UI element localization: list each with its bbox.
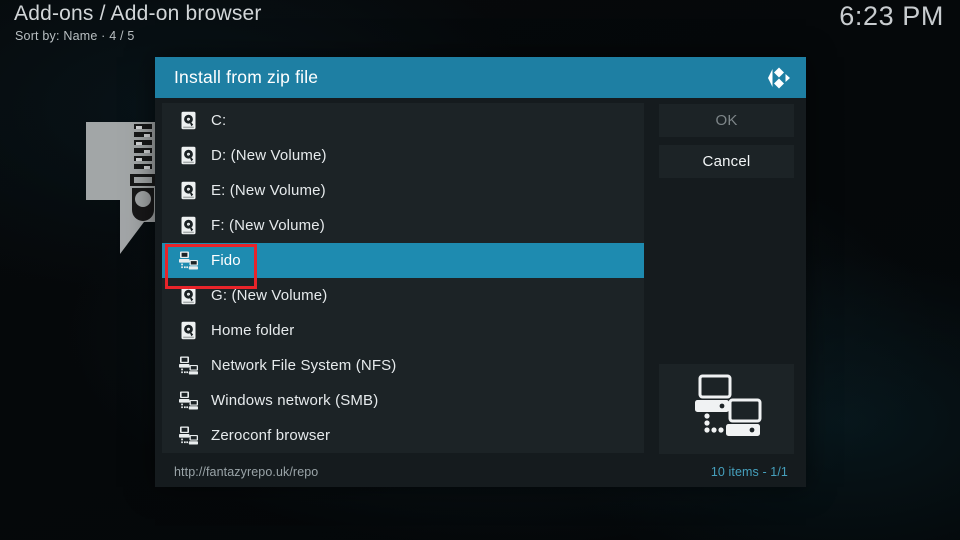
list-item[interactable]: Network File System (NFS) <box>162 348 644 383</box>
footer-path: http://fantazyrepo.uk/repo <box>174 465 319 479</box>
dialog-body: C: D: (New Volume) E: (New Volume) F: (New … <box>155 98 806 487</box>
list-item[interactable]: Fido <box>162 243 644 278</box>
footer-item-count: 10 items - 1/1 <box>710 465 788 479</box>
list-item[interactable]: Windows network (SMB) <box>162 383 644 418</box>
list-item-label: Network File System (NFS) <box>211 357 397 374</box>
network-icon <box>179 356 198 375</box>
dialog-title-bar: Install from zip file <box>155 57 806 98</box>
list-item-label: C: <box>211 112 227 129</box>
list-item-label: E: (New Volume) <box>211 182 326 199</box>
list-item-label: Fido <box>211 252 241 269</box>
list-item-label: Home folder <box>211 322 295 339</box>
ok-button[interactable]: OK <box>659 104 794 137</box>
list-item[interactable]: E: (New Volume) <box>162 173 644 208</box>
preview-thumbnail <box>659 364 794 454</box>
install-from-zip-dialog: Install from zip file C: D: (New Volume) E… <box>155 57 806 487</box>
list-item[interactable]: G: (New Volume) <box>162 278 644 313</box>
list-item-label: Windows network (SMB) <box>211 392 379 409</box>
list-item-label: D: (New Volume) <box>211 147 327 164</box>
network-icon <box>179 251 198 270</box>
hard-drive-icon <box>179 216 198 235</box>
list-item-label: F: (New Volume) <box>211 217 325 234</box>
hard-drive-icon <box>179 111 198 130</box>
sort-status: Sort by: Name · 4 / 5 <box>15 29 135 43</box>
kodi-logo-icon <box>766 65 792 91</box>
hard-drive-icon <box>179 321 198 340</box>
list-item[interactable]: Home folder <box>162 313 644 348</box>
clock: 6:23 PM <box>839 1 944 31</box>
top-bar: Add-ons / Add-on browser Sort by: Name ·… <box>0 0 960 52</box>
dialog-footer: http://fantazyrepo.uk/repo 10 items - 1/… <box>155 457 806 487</box>
network-icon <box>179 391 198 410</box>
hard-drive-icon <box>179 146 198 165</box>
kodi-screen: Add-ons / Add-on browser Sort by: Name ·… <box>0 0 960 540</box>
list-item-label: Zeroconf browser <box>211 427 331 444</box>
list-item[interactable]: C: <box>162 103 644 138</box>
list-item[interactable]: D: (New Volume) <box>162 138 644 173</box>
list-item[interactable]: Zeroconf browser <box>162 418 644 453</box>
network-computers-icon <box>690 374 764 445</box>
hard-drive-icon <box>179 181 198 200</box>
source-list[interactable]: C: D: (New Volume) E: (New Volume) F: (New … <box>162 103 644 453</box>
network-icon <box>179 426 198 445</box>
dialog-title: Install from zip file <box>174 67 319 87</box>
hard-drive-icon <box>179 286 198 305</box>
list-item-label: G: (New Volume) <box>211 287 328 304</box>
list-item[interactable]: F: (New Volume) <box>162 208 644 243</box>
breadcrumb: Add-ons / Add-on browser <box>14 2 262 25</box>
cancel-button[interactable]: Cancel <box>659 145 794 178</box>
